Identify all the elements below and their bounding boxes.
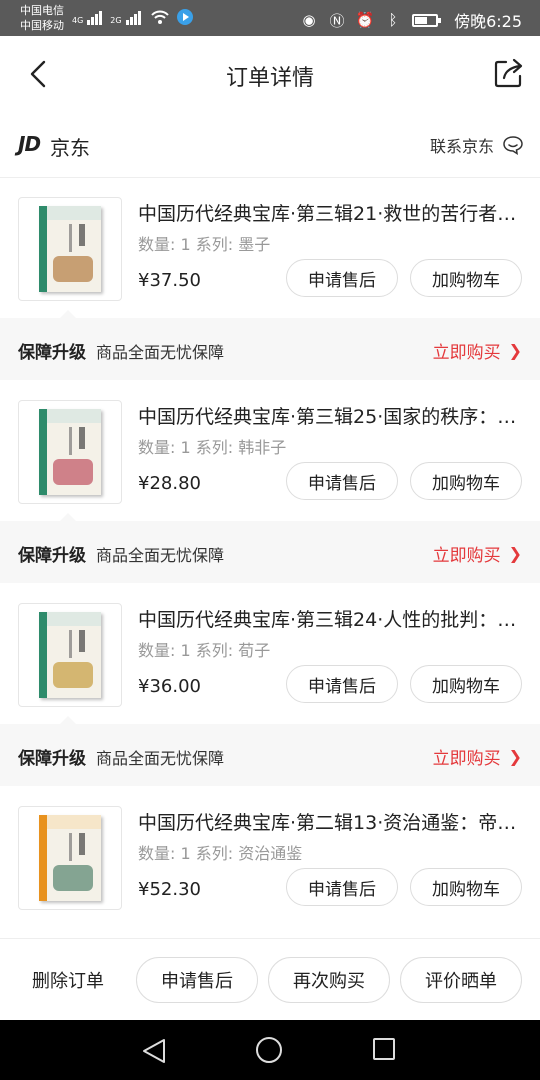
product-name[interactable]: 中国历代经典宝库·第二辑13·资治通鉴：帝王的镜子 [138, 808, 528, 835]
product-price: ¥52.30 [138, 879, 201, 900]
add-to-cart-button[interactable]: 加购物车 [410, 868, 522, 906]
signal-icon-2 [125, 9, 141, 25]
wifi-icon [150, 10, 169, 24]
carrier-1: 中国电信 [20, 4, 64, 17]
product-name[interactable]: 中国历代经典宝库·第三辑25·国家的秩序：韩非子 [138, 402, 528, 429]
nav-back-icon[interactable] [140, 1038, 168, 1064]
add-to-cart-button[interactable]: 加购物车 [410, 665, 522, 703]
product-item[interactable]: 中国历代经典宝库·第三辑25·国家的秩序：韩非子 数量: 1 系列: 韩非子 ¥… [0, 382, 540, 522]
buy-now-label: 立即购买 [432, 343, 501, 363]
carrier-labels: 中国电信 中国移动 [20, 3, 64, 33]
apply-after-sale-button[interactable]: 申请售后 [286, 665, 398, 703]
order-action-bar: 删除订单 申请售后 再次购买 评价晒单 [0, 938, 540, 1020]
alarm-icon: ⏰ [355, 11, 375, 29]
nav-recent-apps-icon[interactable] [373, 1038, 395, 1060]
guarantee-desc: 商品全面无忧保障 [96, 749, 225, 768]
book-cover [39, 612, 101, 698]
buy-again-button[interactable]: 再次购买 [268, 957, 390, 1003]
product-price: ¥36.00 [138, 676, 201, 697]
jd-logo: JD [18, 132, 41, 156]
apply-after-sale-button[interactable]: 申请售后 [286, 462, 398, 500]
product-meta: 数量: 1 系列: 资治通鉴 [138, 844, 303, 863]
net-4g-label: 4G [72, 16, 84, 25]
apply-after-sale-button[interactable]: 申请售后 [136, 957, 258, 1003]
shop-row: JD 京东 联系京东 [0, 112, 540, 178]
contact-jd-button[interactable]: 联系京东 [430, 133, 524, 157]
buy-now-label: 立即购买 [432, 546, 501, 566]
book-cover [39, 815, 101, 901]
guarantee-bar: 保障升级 商品全面无忧保障 立即购买 ❯ [0, 310, 540, 380]
guarantee-title: 保障升级 [18, 343, 86, 363]
product-image[interactable] [18, 806, 122, 910]
buy-now-link[interactable]: 立即购买 ❯ [433, 338, 522, 363]
guarantee-title: 保障升级 [18, 546, 86, 566]
apply-after-sale-button[interactable]: 申请售后 [286, 259, 398, 297]
add-to-cart-button[interactable]: 加购物车 [410, 462, 522, 500]
buy-now-label: 立即购买 [432, 749, 501, 769]
contact-label: 联系京东 [429, 137, 494, 156]
buy-now-link[interactable]: 立即购买 ❯ [433, 541, 522, 566]
network-icons: 4G 2G [72, 9, 193, 25]
net-2g-label: 2G [110, 16, 122, 25]
product-image[interactable] [18, 197, 122, 301]
product-meta: 数量: 1 系列: 韩非子 [138, 438, 287, 457]
guarantee-desc: 商品全面无忧保障 [96, 343, 225, 362]
guarantee-bar: 保障升级 商品全面无忧保障 立即购买 ❯ [0, 716, 540, 786]
system-nav-bar [0, 1020, 540, 1080]
product-name[interactable]: 中国历代经典宝库·第三辑24·人性的批判：荀子 [138, 605, 528, 632]
title-bar: 订单详情 [0, 36, 540, 112]
product-price: ¥28.80 [138, 473, 201, 494]
chevron-right-icon: ❯ [508, 341, 522, 360]
book-cover [39, 409, 101, 495]
share-icon[interactable] [492, 56, 526, 90]
product-image[interactable] [18, 603, 122, 707]
nav-home-icon[interactable] [256, 1037, 282, 1063]
add-to-cart-button[interactable]: 加购物车 [410, 259, 522, 297]
product-item[interactable]: 中国历代经典宝库·第三辑24·人性的批判：荀子 数量: 1 系列: 荀子 ¥36… [0, 585, 540, 725]
status-right: ◉ Ⓝ ⏰ ᛒ 傍晚6:25 [300, 8, 522, 32]
signal-icon [87, 9, 103, 25]
chat-bubble-icon [503, 136, 523, 155]
nfc-icon: Ⓝ [329, 11, 345, 30]
eye-icon: ◉ [302, 11, 316, 29]
buy-now-link[interactable]: 立即购买 ❯ [433, 744, 522, 769]
status-bar: 中国电信 中国移动 4G 2G ◉ Ⓝ ⏰ ᛒ 傍晚6:25 [0, 0, 540, 36]
product-meta: 数量: 1 系列: 墨子 [138, 235, 271, 254]
video-app-icon [176, 9, 193, 25]
apply-after-sale-button[interactable]: 申请售后 [286, 868, 398, 906]
carrier-2: 中国移动 [20, 19, 64, 32]
delete-order-button[interactable]: 删除订单 [32, 967, 104, 993]
product-image[interactable] [18, 400, 122, 504]
page-title: 订单详情 [225, 66, 314, 91]
review-button[interactable]: 评价晒单 [400, 957, 522, 1003]
guarantee-desc: 商品全面无忧保障 [96, 546, 225, 565]
product-item[interactable]: 中国历代经典宝库·第二辑13·资治通鉴：帝王的镜子 数量: 1 系列: 资治通鉴… [0, 788, 540, 928]
book-cover [39, 206, 101, 292]
product-item[interactable]: 中国历代经典宝库·第三辑21·救世的苦行者：墨子 数量: 1 系列: 墨子 ¥3… [0, 179, 540, 319]
status-time: 傍晚6:25 [454, 12, 522, 31]
shop-name[interactable]: 京东 [50, 132, 90, 161]
product-price: ¥37.50 [138, 270, 201, 291]
battery-icon [412, 13, 442, 27]
product-name[interactable]: 中国历代经典宝库·第三辑21·救世的苦行者：墨子 [138, 199, 528, 226]
guarantee-title: 保障升级 [18, 749, 86, 769]
bluetooth-icon: ᛒ [388, 11, 398, 29]
product-meta: 数量: 1 系列: 荀子 [138, 641, 271, 660]
chevron-right-icon: ❯ [508, 544, 522, 563]
chevron-right-icon: ❯ [508, 747, 522, 766]
guarantee-bar: 保障升级 商品全面无忧保障 立即购买 ❯ [0, 513, 540, 583]
